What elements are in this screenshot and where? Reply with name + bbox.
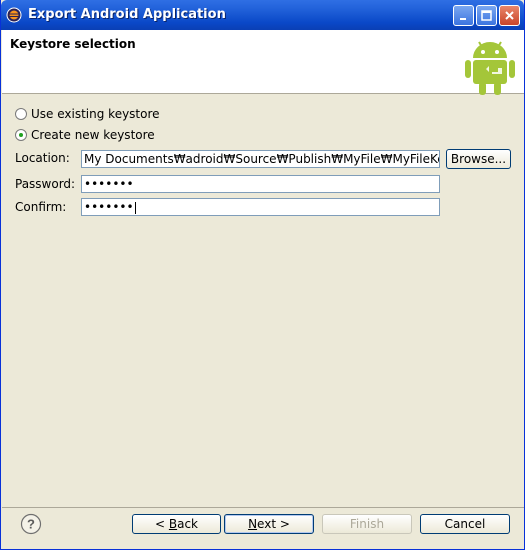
maximize-button[interactable]: [476, 5, 497, 26]
back-arrow: <: [154, 517, 166, 531]
use-existing-keystore-option[interactable]: Use existing keystore: [15, 107, 160, 121]
minimize-button[interactable]: [453, 5, 474, 26]
use-existing-label: Use existing keystore: [31, 107, 160, 121]
help-icon[interactable]: ?: [20, 513, 42, 535]
page-title: Keystore selection: [10, 37, 136, 51]
confirm-label: Confirm:: [15, 200, 67, 214]
minimize-icon: [460, 18, 466, 20]
next-mnemonic: N: [248, 517, 258, 531]
password-value: •••••••: [84, 177, 134, 191]
cancel-button[interactable]: Cancel: [420, 514, 510, 534]
location-label: Location:: [15, 151, 70, 165]
confirm-value: •••••••: [84, 200, 134, 214]
maximize-icon: [481, 10, 492, 21]
next-label-rest: ext: [257, 517, 277, 531]
back-mnemonic: B: [168, 517, 178, 531]
radio-create-new[interactable]: [15, 129, 27, 141]
back-label-rest: ack: [177, 517, 199, 531]
confirm-field[interactable]: •••••••: [81, 198, 440, 216]
finish-button[interactable]: Finish: [322, 514, 412, 534]
svg-text:?: ?: [27, 517, 35, 532]
create-new-keystore-option[interactable]: Create new keystore: [15, 128, 155, 142]
back-button[interactable]: < Back: [132, 514, 221, 534]
title-bar[interactable]: Export Android Application: [1, 0, 524, 30]
location-value: My Documents₩adroid₩Source₩Publish₩MyFil…: [84, 152, 440, 166]
window-title: Export Android Application: [28, 7, 226, 22]
eclipse-icon: [6, 7, 22, 23]
android-robot-icon: [465, 41, 515, 95]
radio-use-existing[interactable]: [15, 108, 27, 120]
next-arrow: >: [279, 517, 290, 531]
close-button[interactable]: [499, 5, 520, 26]
footer-divider: [2, 507, 524, 508]
password-field[interactable]: •••••••: [81, 175, 440, 193]
wizard-header: Keystore selection: [2, 30, 524, 95]
create-new-label: Create new keystore: [31, 128, 155, 142]
password-label: Password:: [15, 177, 76, 191]
location-field[interactable]: My Documents₩adroid₩Source₩Publish₩MyFil…: [81, 150, 440, 168]
export-dialog: Export Android Application Keystore sele…: [0, 0, 525, 550]
browse-button[interactable]: Browse...: [446, 149, 511, 169]
text-caret: [134, 201, 136, 214]
next-button[interactable]: Next >: [224, 514, 314, 534]
close-icon: [505, 11, 514, 20]
